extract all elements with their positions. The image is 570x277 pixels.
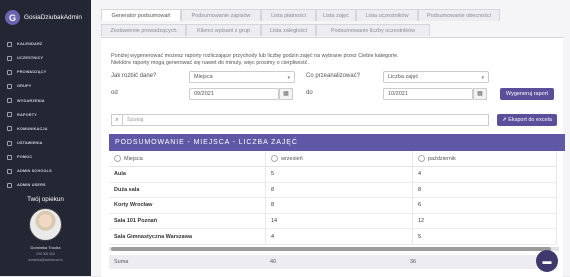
app-logo: G bbox=[5, 10, 20, 25]
tab-lista-zajec[interactable]: Lista zajęć bbox=[316, 9, 356, 21]
from-label: od bbox=[111, 90, 118, 96]
sum-pazdziernik: 36 bbox=[410, 259, 417, 265]
export-icon: ⇗ bbox=[502, 117, 507, 123]
generate-report-button[interactable]: Wygeneruj raport bbox=[500, 88, 554, 100]
scrollbar-thumb[interactable] bbox=[111, 247, 551, 251]
group-icon bbox=[7, 83, 12, 89]
split-label: Jak rozbić dane? bbox=[111, 73, 157, 79]
sidebar-item-prowadzacy[interactable]: PROWADZĄCY bbox=[0, 65, 91, 79]
user-name: GosiaDziubakAdmin bbox=[24, 14, 82, 21]
chat-widget-button[interactable]: ▬ bbox=[536, 250, 558, 272]
generator-panel: Poniżej wygenerować możesz raporty rozli… bbox=[101, 37, 565, 277]
sidebar-item-admin-users[interactable]: ADMIN USERS bbox=[0, 178, 91, 192]
table-row: Aula 5 4 bbox=[109, 166, 557, 183]
tab-podsumowanie-obecnosci[interactable]: Podsumowanie obecności bbox=[418, 9, 500, 21]
compare-label: Co przeanalizować? bbox=[306, 73, 361, 79]
sort-icon bbox=[418, 155, 425, 162]
report-card: PODSUMOWANIE - MIEJSCA - LICZBA ZAJĘĆ Mi… bbox=[109, 134, 565, 277]
sidebar-item-komunikacja[interactable]: KOMUNIKACJA bbox=[0, 122, 91, 136]
reports-icon bbox=[7, 112, 12, 118]
sidebar: G GosiaDziubakAdmin KALENDARZ UCZESTNICY… bbox=[0, 0, 91, 276]
tab-lista-zaleglosci[interactable]: Lista zaległości bbox=[261, 24, 316, 36]
admin-icon bbox=[7, 182, 12, 188]
sidebar-item-kalendarz[interactable]: KALENDARZ bbox=[0, 37, 91, 51]
sidebar-nav: KALENDARZ UCZESTNICY PROWADZĄCY GRUPY WY… bbox=[0, 37, 91, 193]
sidebar-item-pomoc[interactable]: POMOC bbox=[0, 150, 91, 164]
sidebar-item-admin-schools[interactable]: ADMIN SCHOOLS bbox=[0, 164, 91, 178]
chevron-down-icon: ▾ bbox=[287, 75, 290, 81]
sum-row: Suma 40 36 bbox=[109, 255, 557, 269]
report-table: Miejsca wrzesień październik Aula 5 4 Duża… bbox=[109, 151, 557, 245]
sidebar-item-grupy[interactable]: GRUPY bbox=[0, 79, 91, 93]
school-icon bbox=[7, 168, 12, 174]
export-excel-button[interactable]: ⇗ Eksport do excela bbox=[497, 114, 557, 126]
generator-description: Poniżej wygenerować możesz raporty rozli… bbox=[111, 53, 399, 66]
gear-icon bbox=[7, 140, 12, 146]
table-row: Sala Gimnastyczna Warszawa 4 5 bbox=[109, 228, 557, 245]
tab-podsumowanie-zapisow[interactable]: Podsumowanie zapisów bbox=[181, 9, 261, 21]
users-icon bbox=[7, 55, 12, 61]
column-header-miejsca[interactable]: Miejsca bbox=[109, 151, 266, 167]
column-header-pazdziernik[interactable]: październik bbox=[412, 151, 557, 167]
horizontal-scrollbar[interactable] bbox=[109, 247, 559, 251]
column-header-wrzesien[interactable]: wrzesień bbox=[265, 151, 413, 167]
tab-klienci-wpisani-z-grup[interactable]: Klienci wpisani z grup bbox=[186, 24, 261, 36]
compare-select[interactable]: Liczba zajęć ▾ bbox=[383, 71, 489, 83]
calendar-icon[interactable]: ▦ bbox=[473, 88, 487, 100]
tab-lista-platnosci[interactable]: Lista płatności bbox=[261, 9, 316, 21]
table-row: Duża sala 8 8 bbox=[109, 182, 557, 199]
tab-podsumowanie-liczby-uczestnikow[interactable]: Podsumowanie liczby uczestników bbox=[316, 24, 430, 36]
tab-generator-podsumowan[interactable]: Generator podsumowań bbox=[101, 9, 181, 21]
guardian-title: Twój opiekun bbox=[27, 196, 64, 203]
brand[interactable]: G GosiaDziubakAdmin bbox=[5, 10, 82, 25]
sort-icon bbox=[114, 155, 121, 162]
main-content: Generator podsumowań Podsumowanie zapisó… bbox=[91, 0, 570, 277]
sort-icon bbox=[271, 155, 278, 162]
from-date-input[interactable]: 09/2021 bbox=[189, 88, 279, 100]
tab-zestawienie-prowadzacych[interactable]: Zestawienie prowadzących bbox=[101, 24, 186, 36]
guardian-phone: 000 000 000 bbox=[36, 252, 55, 256]
split-select[interactable]: Miejsca ▾ bbox=[189, 71, 295, 83]
sidebar-item-ustawienia[interactable]: USTAWIENIA bbox=[0, 136, 91, 150]
table-row: Sala 101 Poznań 14 12 bbox=[109, 213, 557, 230]
chat-bubble-icon: ▬ bbox=[542, 256, 552, 266]
to-date-input[interactable]: 10/2021 bbox=[383, 88, 473, 100]
search-input[interactable]: Szukaj bbox=[123, 114, 489, 126]
sidebar-item-raporty[interactable]: RAPORTY bbox=[0, 108, 91, 122]
avatar bbox=[29, 208, 62, 241]
teacher-icon bbox=[7, 69, 12, 75]
calendar-icon[interactable]: ▦ bbox=[279, 88, 293, 100]
to-label: do bbox=[306, 90, 313, 96]
table-row: Korty Wrocław 8 6 bbox=[109, 197, 557, 214]
guardian-card: Twój opiekun Dominika Trocha 000 000 000… bbox=[0, 196, 91, 262]
table-header-row: Miejsca wrzesień październik bbox=[109, 151, 557, 167]
sidebar-item-uczestnicy[interactable]: UCZESTNICY bbox=[0, 51, 91, 65]
report-title: PODSUMOWANIE - MIEJSCA - LICZBA ZAJĘĆ bbox=[109, 134, 565, 151]
guardian-email[interactable]: dominika@activenow.io bbox=[0, 258, 91, 262]
sidebar-item-wydarzenia[interactable]: WYDARZENIA bbox=[0, 94, 91, 108]
sum-wrzesien: 40 bbox=[270, 259, 277, 265]
event-icon bbox=[7, 98, 12, 104]
chat-icon bbox=[7, 126, 12, 132]
guardian-name: Dominika Trocha bbox=[30, 245, 61, 250]
calendar-icon bbox=[7, 41, 12, 47]
help-icon bbox=[7, 154, 12, 160]
tab-lista-uczestnikow[interactable]: Lista uczestników bbox=[356, 9, 418, 21]
sum-label: Suma bbox=[114, 259, 129, 265]
chevron-down-icon: ▾ bbox=[481, 75, 484, 81]
search-icon: ⌕ bbox=[111, 114, 123, 126]
